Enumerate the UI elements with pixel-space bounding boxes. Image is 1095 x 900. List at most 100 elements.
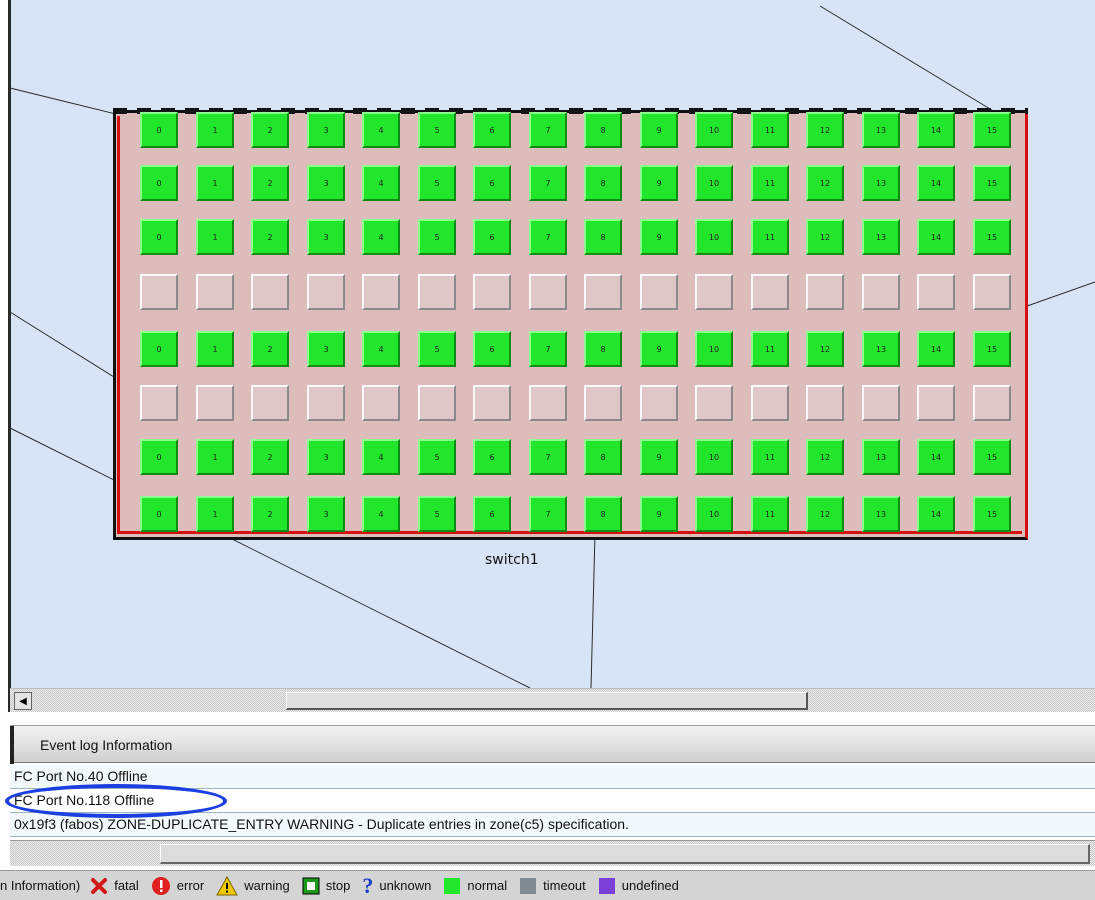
port-10[interactable]: 10 [695, 496, 733, 532]
port-4[interactable]: 4 [362, 219, 400, 255]
port-11[interactable]: 11 [751, 439, 789, 475]
port-1[interactable]: 1 [196, 219, 234, 255]
port-10[interactable]: 10 [695, 331, 733, 367]
port-0[interactable]: 0 [140, 219, 178, 255]
port-7[interactable]: 7 [529, 219, 567, 255]
port-14[interactable]: 14 [917, 439, 955, 475]
port-1[interactable]: 1 [196, 165, 234, 201]
empty-port-slot[interactable] [140, 385, 178, 421]
port-2[interactable]: 2 [251, 496, 289, 532]
port-4[interactable]: 4 [362, 496, 400, 532]
empty-port-slot[interactable] [640, 274, 678, 310]
port-3[interactable]: 3 [307, 165, 345, 201]
port-5[interactable]: 5 [418, 439, 456, 475]
port-1[interactable]: 1 [196, 112, 234, 148]
port-11[interactable]: 11 [751, 496, 789, 532]
event-log-horizontal-scrollbar[interactable] [10, 840, 1095, 866]
port-11[interactable]: 11 [751, 165, 789, 201]
empty-port-slot[interactable] [862, 385, 900, 421]
port-4[interactable]: 4 [362, 165, 400, 201]
port-0[interactable]: 0 [140, 331, 178, 367]
port-15[interactable]: 15 [973, 165, 1011, 201]
empty-port-slot[interactable] [973, 385, 1011, 421]
port-2[interactable]: 2 [251, 331, 289, 367]
port-2[interactable]: 2 [251, 165, 289, 201]
empty-port-slot[interactable] [196, 274, 234, 310]
port-3[interactable]: 3 [307, 496, 345, 532]
empty-port-slot[interactable] [251, 274, 289, 310]
port-15[interactable]: 15 [973, 219, 1011, 255]
port-7[interactable]: 7 [529, 496, 567, 532]
empty-port-slot[interactable] [973, 274, 1011, 310]
empty-port-slot[interactable] [307, 385, 345, 421]
port-0[interactable]: 0 [140, 439, 178, 475]
empty-port-slot[interactable] [140, 274, 178, 310]
empty-port-slot[interactable] [695, 274, 733, 310]
port-6[interactable]: 6 [473, 112, 511, 148]
port-13[interactable]: 13 [862, 331, 900, 367]
port-15[interactable]: 15 [973, 439, 1011, 475]
port-10[interactable]: 10 [695, 219, 733, 255]
port-12[interactable]: 12 [806, 439, 844, 475]
empty-port-slot[interactable] [251, 385, 289, 421]
port-8[interactable]: 8 [584, 165, 622, 201]
port-15[interactable]: 15 [973, 331, 1011, 367]
port-8[interactable]: 8 [584, 496, 622, 532]
port-7[interactable]: 7 [529, 439, 567, 475]
port-2[interactable]: 2 [251, 112, 289, 148]
empty-port-slot[interactable] [473, 385, 511, 421]
empty-port-slot[interactable] [806, 274, 844, 310]
port-4[interactable]: 4 [362, 439, 400, 475]
topology-canvas[interactable]: 0 1 2 3 4 5 6 7 8 9 10 11 12 13 14 15 0 1 2 3 4 5 6 7 8 9 10 11 12 13… [0, 0, 1095, 688]
port-9[interactable]: 9 [640, 219, 678, 255]
port-1[interactable]: 1 [196, 496, 234, 532]
port-5[interactable]: 5 [418, 331, 456, 367]
port-15[interactable]: 15 [973, 496, 1011, 532]
port-14[interactable]: 14 [917, 496, 955, 532]
port-7[interactable]: 7 [529, 112, 567, 148]
empty-port-slot[interactable] [196, 385, 234, 421]
port-14[interactable]: 14 [917, 219, 955, 255]
empty-port-slot[interactable] [862, 274, 900, 310]
port-8[interactable]: 8 [584, 219, 622, 255]
port-5[interactable]: 5 [418, 112, 456, 148]
empty-port-slot[interactable] [917, 385, 955, 421]
port-5[interactable]: 5 [418, 496, 456, 532]
port-6[interactable]: 6 [473, 439, 511, 475]
port-8[interactable]: 8 [584, 112, 622, 148]
port-14[interactable]: 14 [917, 112, 955, 148]
empty-port-slot[interactable] [473, 274, 511, 310]
empty-port-slot[interactable] [529, 385, 567, 421]
pane-splitter[interactable] [8, 0, 11, 712]
port-3[interactable]: 3 [307, 112, 345, 148]
empty-port-slot[interactable] [362, 274, 400, 310]
port-0[interactable]: 0 [140, 112, 178, 148]
event-log-header[interactable]: Event log Information [10, 725, 1095, 764]
event-log-scroll-thumb[interactable] [160, 844, 1090, 864]
event-log-row[interactable]: 0x19f3 (fabos) ZONE-DUPLICATE_ENTRY WARN… [10, 813, 1095, 837]
empty-port-slot[interactable] [584, 385, 622, 421]
port-8[interactable]: 8 [584, 439, 622, 475]
empty-port-slot[interactable] [640, 385, 678, 421]
empty-port-slot[interactable] [418, 385, 456, 421]
empty-port-slot[interactable] [695, 385, 733, 421]
port-3[interactable]: 3 [307, 219, 345, 255]
empty-port-slot[interactable] [362, 385, 400, 421]
port-8[interactable]: 8 [584, 331, 622, 367]
port-6[interactable]: 6 [473, 331, 511, 367]
empty-port-slot[interactable] [529, 274, 567, 310]
port-5[interactable]: 5 [418, 219, 456, 255]
port-4[interactable]: 4 [362, 331, 400, 367]
port-14[interactable]: 14 [917, 331, 955, 367]
port-12[interactable]: 12 [806, 112, 844, 148]
port-9[interactable]: 9 [640, 439, 678, 475]
port-7[interactable]: 7 [529, 165, 567, 201]
port-11[interactable]: 11 [751, 331, 789, 367]
port-1[interactable]: 1 [196, 439, 234, 475]
port-13[interactable]: 13 [862, 496, 900, 532]
port-6[interactable]: 6 [473, 496, 511, 532]
port-3[interactable]: 3 [307, 439, 345, 475]
port-6[interactable]: 6 [473, 165, 511, 201]
empty-port-slot[interactable] [584, 274, 622, 310]
port-1[interactable]: 1 [196, 331, 234, 367]
